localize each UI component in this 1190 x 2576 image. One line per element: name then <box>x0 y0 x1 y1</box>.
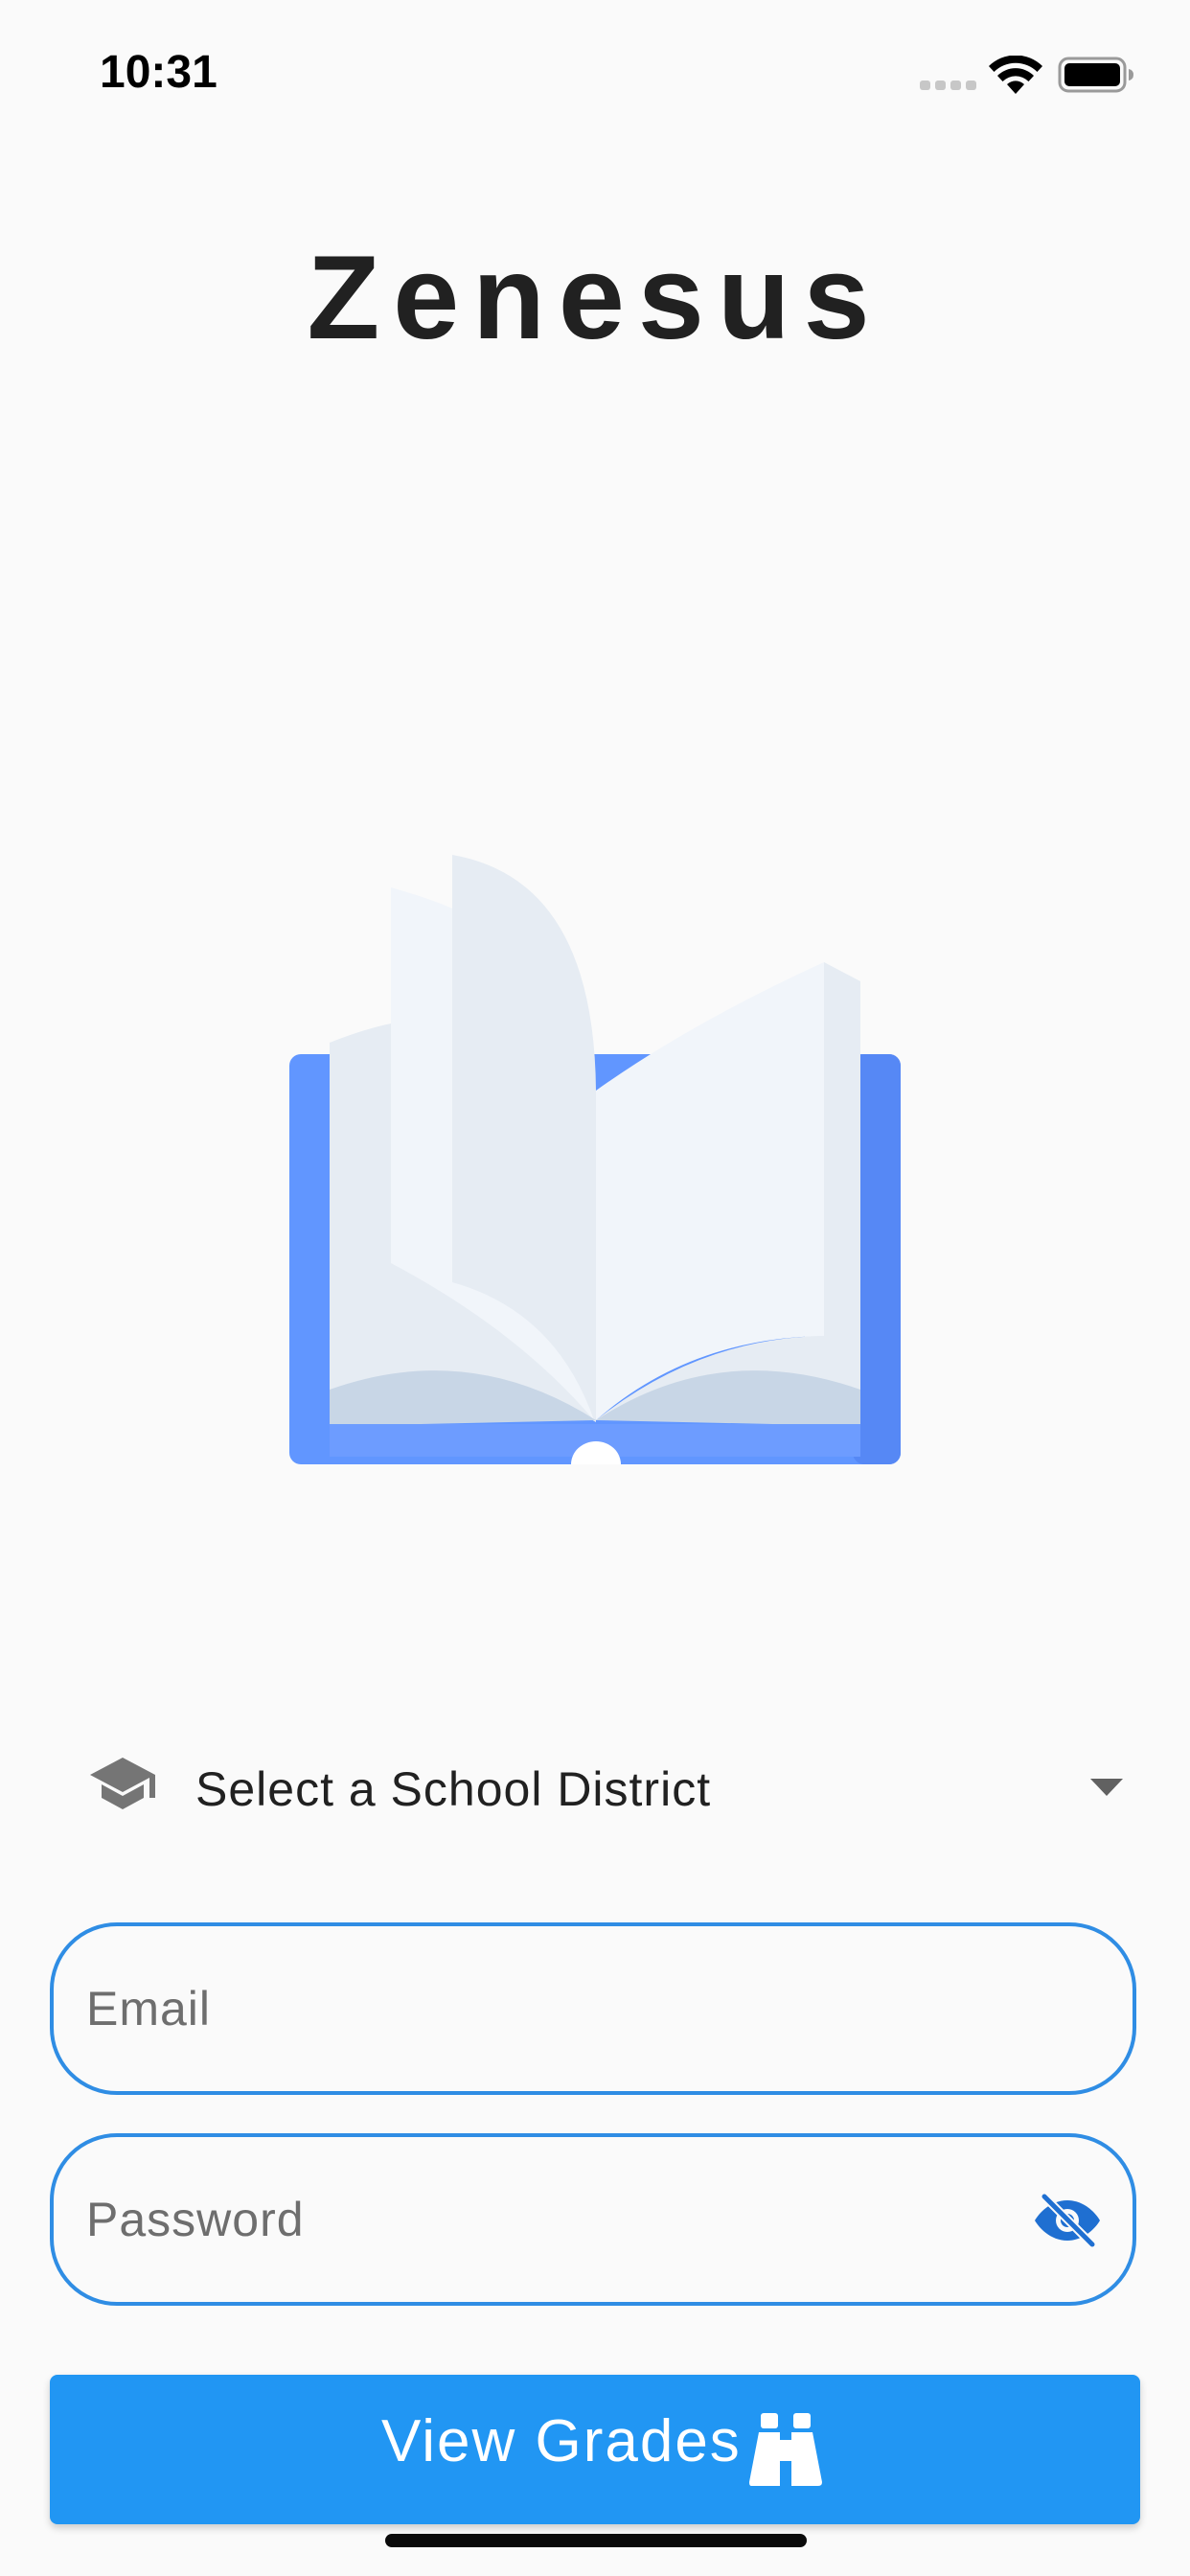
email-field <box>50 1922 1136 2095</box>
view-grades-button[interactable]: View Grades <box>50 2375 1140 2524</box>
open-book-icon <box>289 855 901 1464</box>
school-icon <box>90 1758 155 1809</box>
view-grades-label: View Grades <box>381 2408 742 2474</box>
email-input[interactable] <box>86 1926 1006 2091</box>
password-input[interactable] <box>86 2137 1006 2302</box>
home-indicator <box>385 2534 807 2547</box>
app-title: Zenesus <box>307 232 883 364</box>
arrow-drop-down-icon <box>1090 1779 1123 1796</box>
wifi-icon <box>989 56 1042 94</box>
school-district-select[interactable]: Select a School District <box>77 1744 1131 1832</box>
binoculars-icon <box>749 2413 822 2486</box>
status-time: 10:31 <box>100 47 217 98</box>
status-bar: 10:31 <box>0 0 1190 144</box>
school-district-label: Select a School District <box>195 1762 712 1816</box>
cellular-signal-icon <box>920 80 976 90</box>
password-field <box>50 2133 1136 2306</box>
visibility-off-icon[interactable] <box>1033 2193 1102 2248</box>
battery-icon <box>1058 57 1133 93</box>
